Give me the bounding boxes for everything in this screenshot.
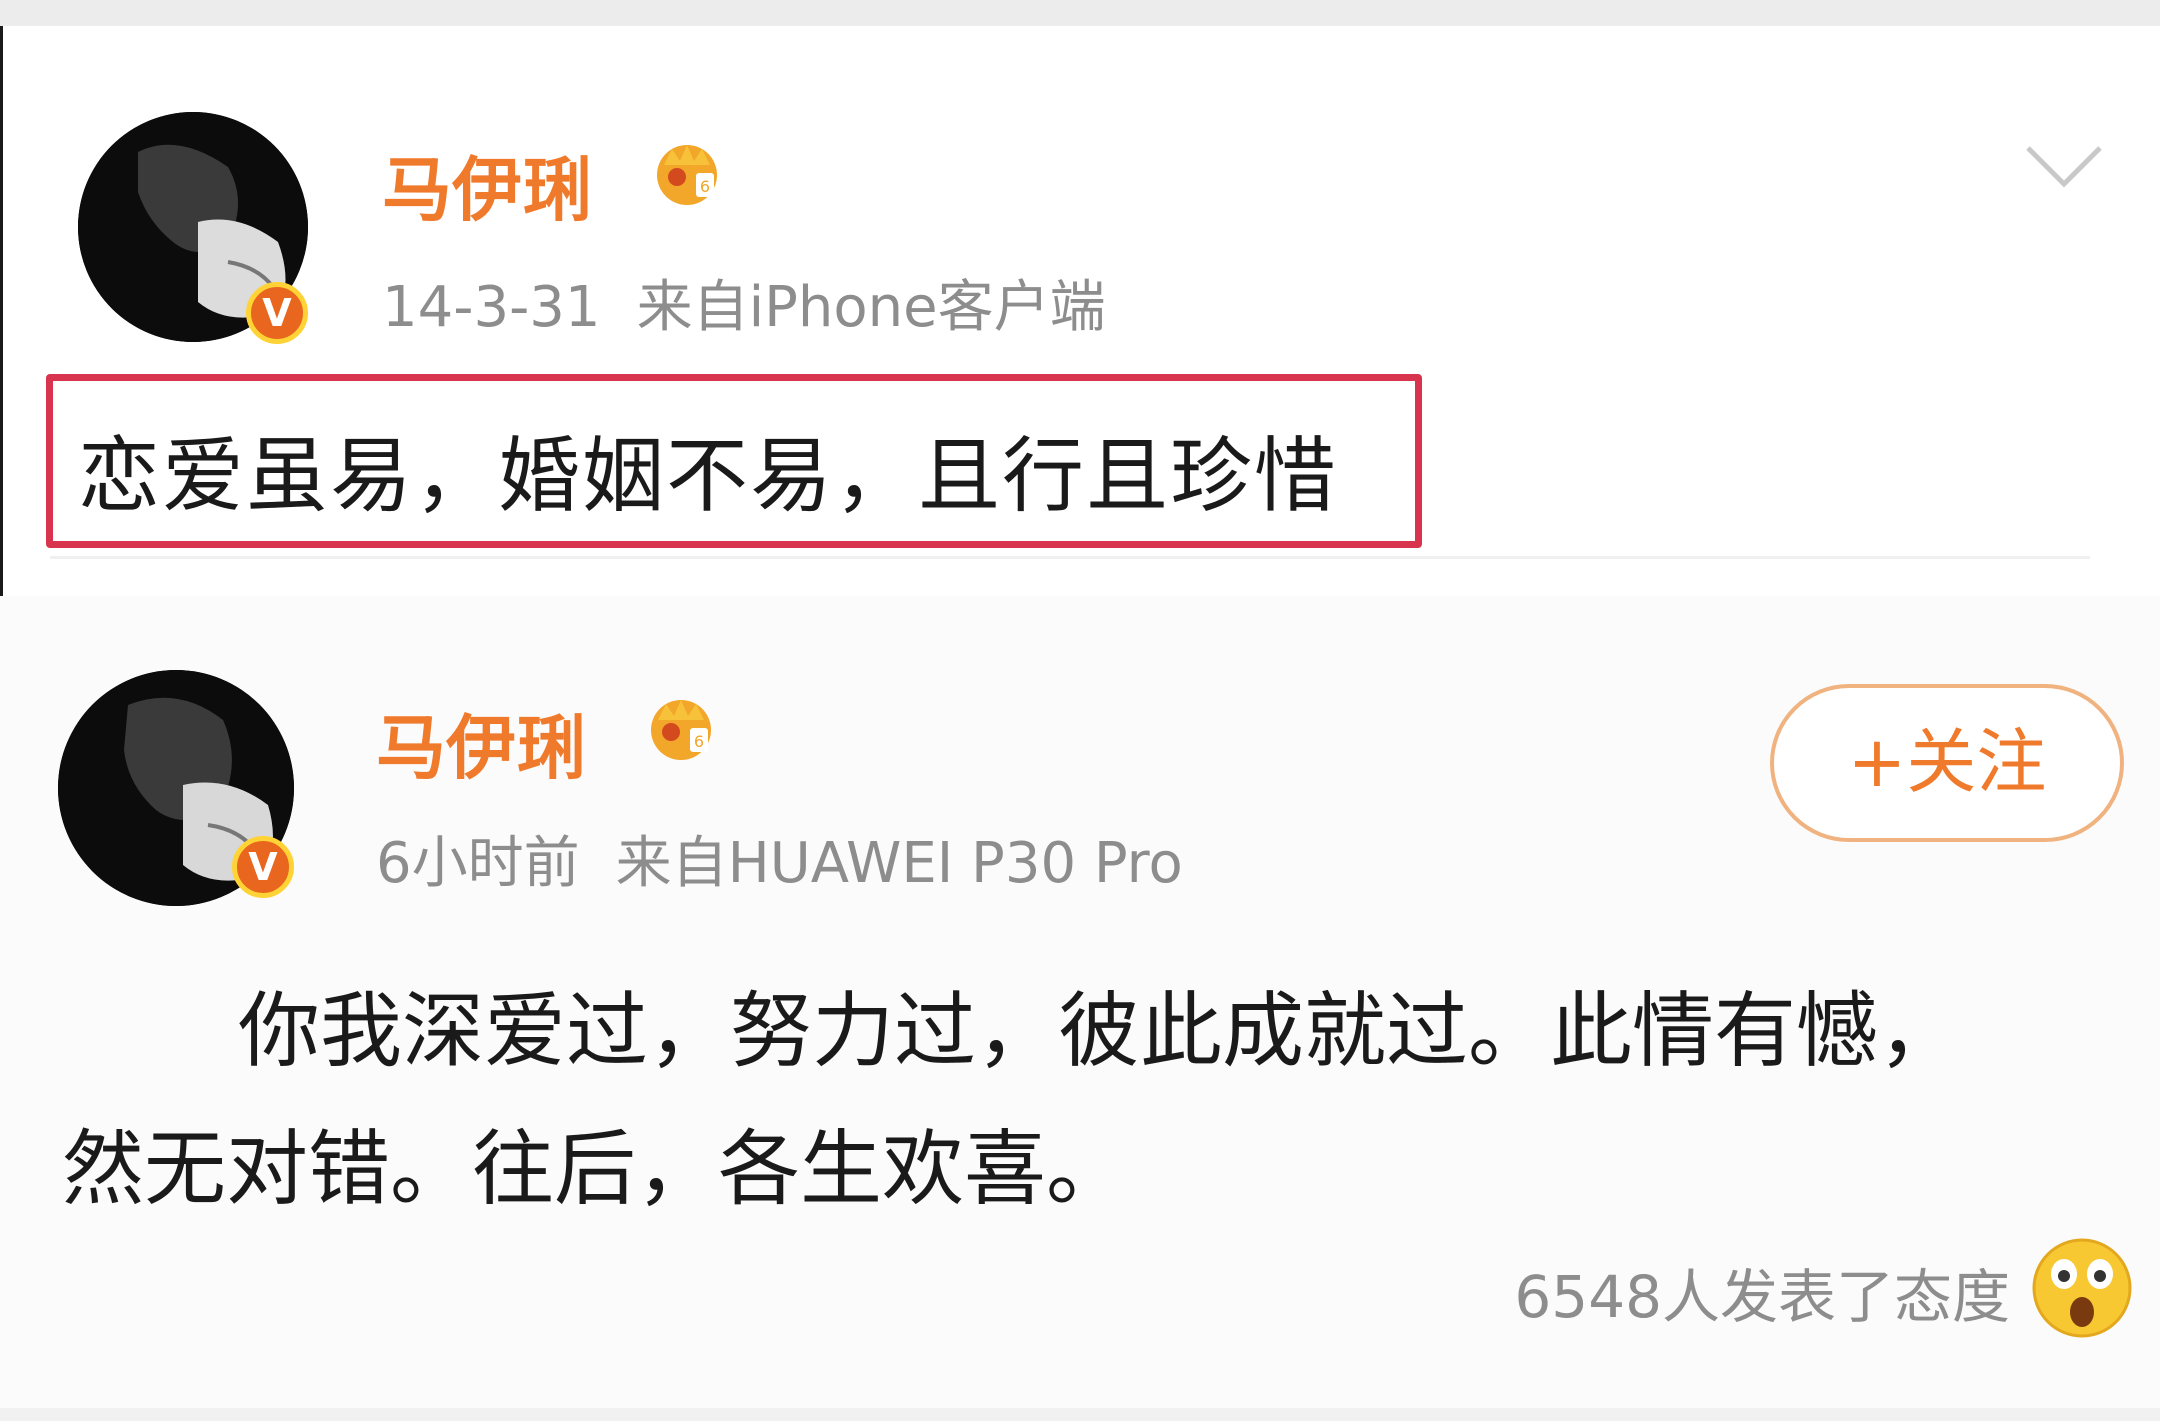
post-device: 来自HUAWEI P30 Pro (615, 831, 1183, 896)
post-text-line: 然无对错。往后，各生欢喜。 (62, 1122, 1129, 1217)
post-time: 6小时前 (376, 831, 580, 896)
post-divider (50, 556, 2090, 559)
username[interactable]: 马伊琍 (376, 692, 586, 793)
post-meta: 6小时前 来自HUAWEI P30 Pro (376, 818, 1183, 899)
post-text-line: 你我深爱过，努力过，彼此成就过。此情有憾， (238, 984, 1961, 1079)
reaction-count[interactable]: 6548人发表了态度 (1514, 1250, 2010, 1334)
svg-text:6: 6 (700, 177, 710, 196)
post-device: 来自iPhone客户端 (636, 275, 1106, 340)
chevron-down-icon[interactable] (2022, 140, 2106, 192)
verified-v-badge: V (246, 282, 308, 344)
top-divider (0, 0, 2160, 26)
post-text: 恋爱虽易，婚姻不易，且行且珍惜 (78, 429, 1339, 524)
vip-crown-icon: 6 (657, 145, 717, 205)
verified-v-badge: V (232, 836, 294, 898)
post-date: 14-3-31 (382, 275, 601, 340)
bottom-divider (0, 1408, 2160, 1421)
svg-text:6: 6 (694, 732, 704, 751)
username[interactable]: 马伊琍 (382, 134, 592, 235)
post-text: 你我深爱过，努力过，彼此成就过。此情有憾， 然无对错。往后，各生欢喜。 (62, 963, 2062, 1239)
surprised-emoji-icon[interactable] (2030, 1236, 2134, 1340)
left-edge-line (0, 26, 3, 596)
post-meta: 14-3-31 来自iPhone客户端 (382, 262, 1106, 343)
vip-crown-icon: 6 (651, 700, 711, 760)
follow-button[interactable]: +关注 (1770, 684, 2124, 842)
